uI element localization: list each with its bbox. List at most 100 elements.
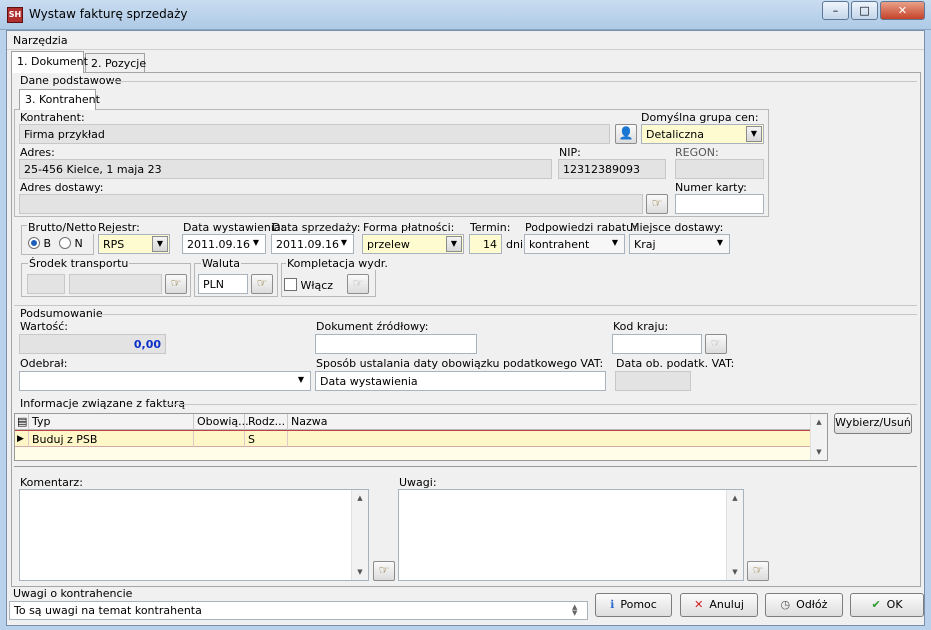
scroll-down-icon[interactable]: ▼: [352, 564, 368, 580]
term-field[interactable]: 14: [469, 234, 502, 254]
regon-field[interactable]: [675, 159, 764, 179]
currency-select-button[interactable]: ☞: [251, 274, 273, 294]
contractor-notes-field[interactable]: To są uwagi na temat kontrahenta: [9, 601, 588, 620]
section-divider: [165, 404, 917, 405]
comment-edit-button[interactable]: ☞: [373, 561, 395, 581]
chevron-down-icon[interactable]: ▼: [746, 126, 762, 142]
column-header-type[interactable]: Typ: [29, 414, 194, 430]
tab-items[interactable]: 2. Pozycje: [85, 53, 146, 73]
currency-field[interactable]: PLN: [198, 274, 248, 294]
info-table[interactable]: ▤ Typ Obowią... Rodz... Nazwa ▶ Buduj z …: [14, 413, 828, 461]
chevron-down-icon[interactable]: ▼: [248, 236, 264, 252]
notes-scrollbar[interactable]: ▲ ▼: [726, 490, 743, 580]
minimize-button[interactable]: –: [822, 1, 849, 20]
tab-document[interactable]: 1. Dokument: [11, 51, 88, 73]
received-select[interactable]: ▼: [19, 371, 311, 391]
payment-value: przelew: [367, 238, 410, 251]
column-header-required[interactable]: Obowią...: [194, 414, 249, 430]
transport-code-field[interactable]: [27, 274, 65, 294]
cell-type[interactable]: Buduj z PSB: [29, 431, 194, 447]
radio-gross-indicator[interactable]: [28, 237, 40, 249]
price-group-select[interactable]: Detaliczna ▼: [641, 124, 764, 144]
table-row[interactable]: ▶ Buduj z PSB S: [15, 430, 810, 447]
grid-menu-icon[interactable]: ▤: [15, 414, 29, 430]
scroll-down-icon[interactable]: ▼: [727, 564, 743, 580]
edit-hand-icon: ☞: [256, 276, 268, 290]
comment-label: Komentarz:: [20, 476, 83, 489]
tab-contractor[interactable]: 3. Kontrahent: [19, 89, 100, 110]
chevron-down-icon[interactable]: ▼: [712, 236, 728, 252]
contractor-notes-label: Uwagi o kontrahencie: [13, 587, 133, 600]
edit-hand-icon: ☞: [352, 276, 364, 290]
column-header-kind[interactable]: Rodz...: [245, 414, 288, 430]
maximize-button[interactable]: □: [851, 1, 878, 20]
term-label: Termin:: [470, 221, 511, 234]
comment-scrollbar[interactable]: ▲ ▼: [351, 490, 368, 580]
vat-date-field[interactable]: [615, 371, 691, 391]
radio-net[interactable]: N: [59, 237, 83, 250]
transport-name-field[interactable]: [69, 274, 162, 294]
radio-gross[interactable]: B: [28, 237, 51, 250]
scroll-up-icon[interactable]: ▲: [727, 490, 743, 506]
completion-checkbox-box[interactable]: [284, 278, 297, 291]
nip-field[interactable]: 12312389093: [558, 159, 666, 179]
country-code-field[interactable]: [612, 334, 702, 354]
chevron-down-icon[interactable]: ▼: [293, 373, 309, 389]
completion-button[interactable]: ☞: [347, 274, 369, 294]
cell-kind[interactable]: S: [245, 431, 288, 447]
cell-required[interactable]: [194, 431, 245, 447]
contractor-field[interactable]: Firma przykład: [19, 124, 610, 144]
country-select-button[interactable]: ☞: [705, 334, 727, 354]
close-icon: ✕: [694, 598, 704, 611]
scroll-up-icon[interactable]: ▲: [352, 490, 368, 506]
notes-textarea[interactable]: ▲ ▼: [398, 489, 744, 581]
delivery-address-field[interactable]: [19, 194, 643, 214]
chevron-down-icon[interactable]: ▼: [336, 236, 352, 252]
radio-net-indicator[interactable]: [59, 237, 71, 249]
scroll-up-icon[interactable]: ▲: [811, 414, 827, 430]
menu-bar: Narzędzia: [7, 31, 924, 50]
defer-button[interactable]: ◷ Odłóż: [765, 593, 843, 617]
menu-tools[interactable]: Narzędzia: [13, 34, 68, 47]
scroll-down-icon[interactable]: ▼: [811, 444, 827, 460]
checkmark-icon: ✔: [871, 598, 881, 611]
address-field[interactable]: 25-456 Kielce, 1 maja 23: [19, 159, 552, 179]
column-header-name[interactable]: Nazwa: [288, 414, 810, 430]
cell-name[interactable]: [288, 431, 810, 447]
card-number-label: Numer karty:: [675, 181, 747, 194]
vat-method-field[interactable]: Data wystawienia: [315, 371, 606, 391]
notes-edit-button[interactable]: ☞: [747, 561, 769, 581]
source-doc-field[interactable]: [315, 334, 477, 354]
chevron-down-icon[interactable]: ▼: [607, 236, 623, 252]
issue-date-picker[interactable]: 2011.09.16 ▼: [182, 234, 266, 254]
chevron-down-icon[interactable]: ▼: [446, 236, 462, 252]
delivery-place-select[interactable]: Kraj ▼: [629, 234, 730, 254]
regon-label: REGON:: [675, 146, 719, 159]
close-button[interactable]: ✕: [880, 1, 925, 20]
completion-checkbox[interactable]: Włącz: [284, 278, 333, 292]
transport-select-button[interactable]: ☞: [165, 274, 187, 294]
edit-hand-icon: ☞: [378, 563, 390, 577]
contractor-select-button[interactable]: 👤: [615, 124, 637, 144]
delivery-address-button[interactable]: ☞: [646, 194, 668, 214]
comment-textarea[interactable]: ▲ ▼: [19, 489, 369, 581]
ok-button-label: OK: [886, 598, 903, 611]
issue-date-value: 2011.09.16: [187, 238, 250, 251]
price-group-label: Domyślna grupa cen:: [641, 111, 759, 124]
cancel-button[interactable]: ✕ Anuluj: [680, 593, 758, 617]
chevron-down-icon[interactable]: ▼: [152, 236, 168, 252]
register-select[interactable]: RPS ▼: [98, 234, 170, 254]
payment-select[interactable]: przelew ▼: [362, 234, 464, 254]
ok-button[interactable]: ✔ OK: [850, 593, 924, 617]
help-button[interactable]: ℹ Pomoc: [595, 593, 672, 617]
discount-select[interactable]: kontrahent ▼: [524, 234, 625, 254]
card-number-field[interactable]: [675, 194, 764, 214]
discount-value: kontrahent: [529, 238, 590, 251]
sale-date-picker[interactable]: 2011.09.16 ▼: [271, 234, 354, 254]
radio-gross-label: B: [43, 237, 52, 250]
received-label: Odebrał:: [20, 357, 68, 370]
select-remove-button[interactable]: Wybierz/Usuń: [834, 413, 912, 434]
table-scrollbar[interactable]: ▲ ▼: [810, 414, 827, 460]
spin-icon[interactable]: ▲ ▼: [572, 604, 577, 617]
completion-label: Kompletacja wydr.: [286, 257, 389, 270]
